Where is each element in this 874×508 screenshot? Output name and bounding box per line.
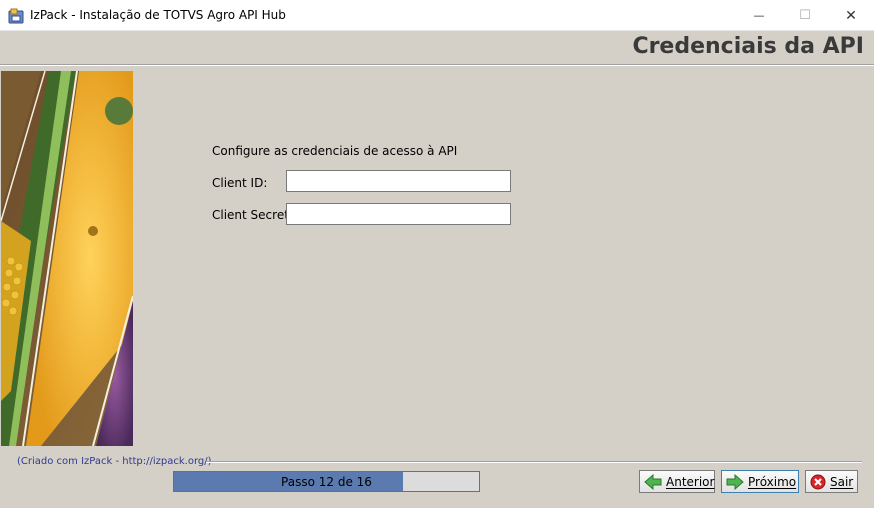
title-bar: IzPack - Instalação de TOTVS Agro API Hu… (0, 0, 874, 31)
client-id-label: Client ID: (212, 176, 268, 190)
exit-button[interactable]: Sair (805, 470, 858, 493)
previous-button-label: Anterior (666, 474, 715, 489)
close-button[interactable]: ✕ (828, 0, 874, 31)
window-title: IzPack - Instalação de TOTVS Agro API Hu… (30, 8, 286, 22)
app-icon (8, 8, 24, 24)
header-divider-highlight (0, 65, 874, 66)
arrow-left-icon (644, 473, 662, 490)
minimize-button[interactable]: — (736, 0, 782, 31)
form-intro-text: Configure as credenciais de acesso à API (212, 144, 458, 158)
header-band: Credenciais da API (0, 31, 874, 64)
maximize-button[interactable]: ☐ (782, 0, 828, 31)
client-secret-label: Client Secret: (212, 208, 293, 222)
izpack-credit: (Criado com IzPack - http://izpack.org/) (17, 456, 212, 467)
progress-label: Passo 12 de 16 (281, 474, 372, 489)
minimize-icon: — (753, 9, 765, 22)
side-banner-image (1, 71, 133, 446)
maximize-icon: ☐ (799, 8, 811, 23)
client-id-input[interactable] (286, 170, 511, 192)
exit-button-label: Sair (830, 474, 854, 489)
close-icon: ✕ (845, 7, 857, 24)
next-button-label: Próximo (748, 474, 797, 489)
page-title: Credenciais da API (632, 34, 864, 59)
client-secret-input[interactable] (286, 203, 511, 225)
next-button[interactable]: Próximo (721, 470, 799, 493)
previous-button[interactable]: Anterior (639, 470, 715, 493)
close-circle-icon (810, 474, 826, 489)
footer-divider-highlight (206, 462, 862, 463)
progress-bar: Passo 12 de 16 (173, 471, 480, 492)
arrow-right-icon (726, 473, 744, 490)
